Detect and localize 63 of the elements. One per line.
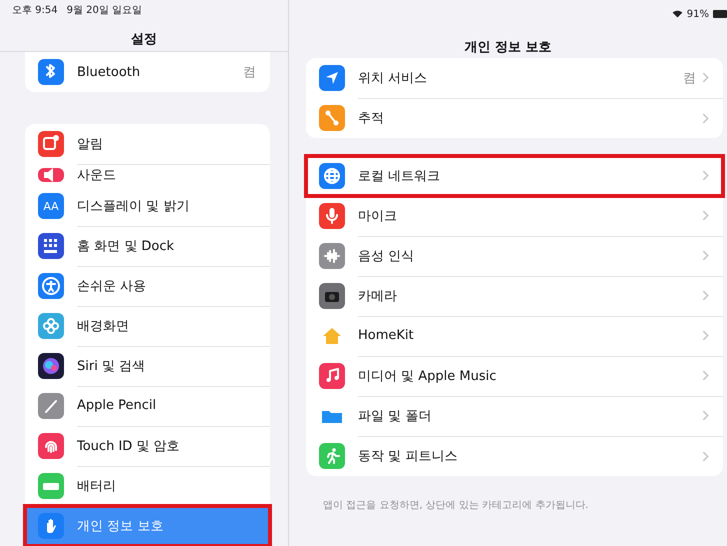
- item-label: 배터리: [77, 478, 117, 494]
- item-label: 위치 서비스: [358, 70, 428, 86]
- privacy-item[interactable]: 추적: [306, 98, 723, 138]
- privacy-item[interactable]: 마이크: [306, 196, 723, 236]
- item-label: 미디어 및 Apple Music: [358, 368, 498, 384]
- chevron-icon: [702, 290, 709, 301]
- item-label: 카메라: [358, 288, 398, 304]
- chevron-icon: [702, 370, 709, 381]
- item-label: 손쉬운 사용: [77, 278, 148, 294]
- privacy-item[interactable]: 파일 및 폴더: [306, 396, 723, 436]
- chevron-icon: [702, 330, 709, 341]
- privacy-item[interactable]: 음성 인식: [306, 236, 723, 276]
- chevron-icon: [702, 410, 709, 421]
- item-value: 켬: [243, 64, 256, 81]
- privacy-item[interactable]: 로컬 네트워크: [306, 156, 723, 196]
- item-label: 추적: [358, 110, 385, 127]
- item-label: Apple Pencil: [77, 398, 158, 413]
- chevron-icon: [702, 450, 709, 462]
- sidebar-title: 설정: [131, 30, 157, 48]
- status-time: 오후 9:54: [12, 4, 58, 17]
- item-label: Touch ID 및 암호: [77, 438, 181, 454]
- settings-item[interactable]: Siri 및 검색: [25, 346, 270, 386]
- page-title: 개인 정보 보호: [464, 39, 552, 56]
- item-label: Siri 및 검색: [77, 358, 146, 374]
- item-label: 동작 및 피트니스: [358, 448, 458, 465]
- item-label: 로컬 네트워크: [358, 168, 442, 184]
- settings-item[interactable]: 배경화면: [25, 306, 270, 346]
- settings-item[interactable]: Apple Pencil: [25, 386, 270, 426]
- settings-item[interactable]: Touch ID 및 암호: [25, 426, 270, 466]
- item-label: 홈 화면 및 Dock: [77, 238, 176, 254]
- item-label: 음성 인식: [358, 248, 416, 264]
- privacy-item[interactable]: 미디어 및 Apple Music: [306, 356, 723, 396]
- item-label: HomeKit: [358, 328, 415, 343]
- settings-item[interactable]: 손쉬운 사용: [25, 266, 270, 306]
- battery-percent: 91%: [686, 8, 709, 20]
- text-size-icon: AA: [38, 193, 64, 219]
- status-date: 9월 20일 일요일: [66, 4, 142, 17]
- item-label: 배경화면: [77, 318, 130, 334]
- item-label: 개인 정보 보호: [77, 518, 164, 535]
- item-label: Bluetooth: [77, 64, 142, 80]
- chevron-icon: [702, 72, 709, 83]
- privacy-item[interactable]: HomeKit: [306, 316, 723, 356]
- item-value: 켬: [683, 70, 696, 86]
- privacy-item[interactable]: 카메라: [306, 276, 723, 316]
- settings-item[interactable]: 사운드: [25, 164, 270, 186]
- item-label: 마이크: [358, 208, 398, 224]
- chevron-icon: [702, 210, 709, 221]
- battery-icon: [713, 10, 727, 18]
- settings-item[interactable]: Bluetooth 켬: [25, 52, 270, 92]
- item-label: 디스플레이 및 밝기: [77, 198, 190, 214]
- wifi-icon: [672, 10, 683, 18]
- settings-item[interactable]: AA 디스플레이 및 밝기: [25, 186, 270, 226]
- chevron-icon: [702, 170, 709, 181]
- chevron-icon: [702, 250, 709, 261]
- item-label: 파일 및 폴더: [358, 408, 432, 424]
- footer-note: 앱이 접근을 요청하면, 상단에 있는 카테고리에 추가됩니다.: [322, 499, 590, 512]
- item-label: 사운드: [77, 167, 117, 184]
- settings-item[interactable]: 알림: [25, 124, 270, 164]
- item-label: 알림: [77, 136, 104, 152]
- chevron-icon: [702, 112, 709, 124]
- privacy-item[interactable]: 동작 및 피트니스: [306, 436, 723, 476]
- settings-item[interactable]: 홈 화면 및 Dock: [25, 226, 270, 266]
- privacy-item[interactable]: 위치 서비스 켬: [306, 58, 723, 98]
